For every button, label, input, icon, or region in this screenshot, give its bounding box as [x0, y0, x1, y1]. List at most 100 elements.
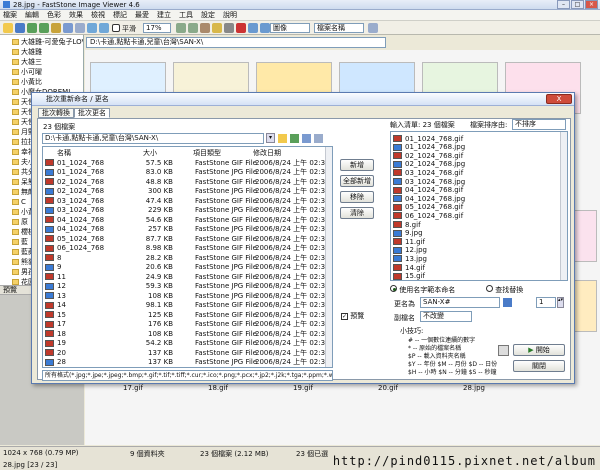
- output-file-list[interactable]: 01_1024_768.gif 01_1024_768.jpg 02_1024_76…: [390, 131, 568, 281]
- zoom-select[interactable]: 17%: [143, 23, 171, 33]
- column-header-size[interactable]: 大小: [143, 148, 157, 158]
- view-mode-select[interactable]: 圖像: [270, 23, 310, 33]
- file-row[interactable]: 06_1024_768 8.98 KB FastStone GIF File 2006…: [43, 244, 330, 253]
- up-folder-icon[interactable]: [51, 23, 61, 33]
- menu-tags[interactable]: 標記: [113, 10, 127, 20]
- browser-path[interactable]: D:\卡通,點點卡通,兒童\台灣\SAN-X\: [86, 37, 386, 48]
- find-replace-radio[interactable]: [486, 285, 493, 292]
- rename-template-input[interactable]: SAN-X#: [420, 297, 500, 308]
- up-folder-icon[interactable]: [290, 134, 299, 143]
- tree-item[interactable]: 藍: [12, 237, 28, 246]
- back-icon[interactable]: [27, 23, 37, 33]
- column-header-name[interactable]: 名稱: [57, 148, 71, 158]
- maximize-button[interactable]: □: [571, 0, 584, 9]
- output-list-scrollbar[interactable]: [560, 132, 567, 280]
- menu-color[interactable]: 色彩: [47, 10, 61, 20]
- email-icon[interactable]: [212, 23, 222, 33]
- menu-create[interactable]: 建立: [157, 10, 171, 20]
- file-row[interactable]: 19 54.2 KB FastStone GIF File 2006/8/24 上午 …: [43, 339, 330, 348]
- save-icon[interactable]: [15, 23, 25, 33]
- file-filter-select[interactable]: 所有格式(*.jpg;*.jpe;*.jpeg;*.bmp;*.gif;*.ti…: [42, 370, 333, 381]
- column-header-type[interactable]: 項目類型: [193, 148, 221, 158]
- preview-checkbox-row[interactable]: ✓ 預覽: [341, 311, 364, 321]
- sort-order-icon[interactable]: [368, 23, 378, 33]
- print-icon[interactable]: [224, 23, 234, 33]
- file-row[interactable]: 03_1024_768 229 KB FastStone JPG File 2006/…: [43, 206, 330, 215]
- source-file-list[interactable]: 名稱 大小 項目類型 修改日期 01_1024_768 57.5 KB FastSt…: [42, 146, 333, 368]
- tab-batch-rename[interactable]: 批次更名: [74, 108, 110, 118]
- file-row[interactable]: 17 176 KB FastStone GIF File 2006/8/24 上午 0…: [43, 320, 330, 329]
- template-radio[interactable]: [390, 285, 397, 292]
- minimize-button[interactable]: –: [557, 0, 570, 9]
- tree-item[interactable]: 小黃比: [12, 77, 42, 86]
- file-row[interactable]: 18 108 KB FastStone GIF File 2006/8/24 上午 0…: [43, 329, 330, 338]
- smooth-checkbox[interactable]: [112, 24, 120, 32]
- start-number-stepper[interactable]: ▴▾: [557, 297, 564, 308]
- menu-effects[interactable]: 效果: [69, 10, 83, 20]
- extension-select[interactable]: 不改變: [420, 311, 472, 322]
- tree-item[interactable]: 大雄雞-可愛兔子LOVE: [12, 37, 83, 46]
- menu-edit[interactable]: 編輯: [25, 10, 39, 20]
- add-button[interactable]: 新增: [340, 159, 374, 171]
- file-row[interactable]: 02_1024_768 300 KB FastStone JPG File 2006/…: [43, 187, 330, 196]
- path-dropdown-button[interactable]: ▾: [266, 133, 275, 143]
- zoom-out-icon[interactable]: [188, 23, 198, 33]
- file-row[interactable]: 11 24.9 KB FastStone GIF File 2006/8/24 上午 …: [43, 272, 330, 281]
- move-icon[interactable]: [260, 23, 270, 33]
- help-icon[interactable]: [498, 345, 509, 356]
- tree-item[interactable]: 大雄雞: [12, 47, 42, 56]
- output-file-row[interactable]: 15.gif: [391, 272, 425, 280]
- file-row[interactable]: 9 20.6 KB FastStone JPG File 2006/8/24 上午 0…: [43, 263, 330, 272]
- file-row[interactable]: 05_1024_768 87.7 KB FastStone GIF File 2006…: [43, 234, 330, 243]
- rename-template-option[interactable]: 使用名字範本命名: [390, 285, 455, 295]
- find-replace-option[interactable]: 查找替換: [486, 285, 523, 295]
- menu-file[interactable]: 檔案: [3, 10, 17, 20]
- browse-folder-icon[interactable]: [278, 134, 287, 143]
- rotate-left-icon[interactable]: [87, 23, 97, 33]
- template-menu-icon[interactable]: [503, 298, 512, 307]
- delete-icon[interactable]: [236, 23, 246, 33]
- file-row[interactable]: 02_1024_768 48.8 KB FastStone GIF File 2006…: [43, 177, 330, 186]
- file-row[interactable]: 12 59.3 KB FastStone JPG File 2006/8/24 上午 …: [43, 282, 330, 291]
- rotate-right-icon[interactable]: [99, 23, 109, 33]
- menu-help[interactable]: 說明: [223, 10, 237, 20]
- zoom-in-icon[interactable]: [176, 23, 186, 33]
- tab-batch-convert[interactable]: 批次轉換: [38, 108, 74, 118]
- tree-item[interactable]: 原: [12, 217, 28, 226]
- file-row[interactable]: 14 98.1 KB FastStone GIF File 2006/8/24 上午 …: [43, 301, 330, 310]
- preview-checkbox[interactable]: ✓: [341, 313, 348, 320]
- file-row[interactable]: 20 137 KB FastStone GIF File 2006/8/24 上午 0…: [43, 348, 330, 357]
- start-number-input[interactable]: 1: [536, 297, 556, 308]
- sort-select[interactable]: 不排序: [512, 119, 566, 130]
- file-row[interactable]: 01_1024_768 57.5 KB FastStone GIF File 2006…: [43, 158, 330, 167]
- fit-icon[interactable]: [75, 23, 85, 33]
- close-button[interactable]: ×: [585, 0, 598, 9]
- dialog-close-button[interactable]: X: [546, 94, 572, 104]
- crop-icon[interactable]: [200, 23, 210, 33]
- sort-select[interactable]: 檔案名稱: [314, 23, 364, 33]
- tree-item[interactable]: 大雄三: [12, 57, 42, 66]
- tree-item[interactable]: C: [12, 197, 26, 206]
- file-row[interactable]: 04_1024_768 54.6 KB FastStone GIF File 2006…: [43, 215, 330, 224]
- file-row[interactable]: 03_1024_768 47.4 KB FastStone GIF File 2006…: [43, 196, 330, 205]
- add-all-button[interactable]: 全部新增: [340, 175, 374, 187]
- copy-icon[interactable]: [248, 23, 258, 33]
- menu-tools[interactable]: 工具: [179, 10, 193, 20]
- tree-item[interactable]: 小可曜: [12, 67, 42, 76]
- file-row[interactable]: 01_1024_768 83.0 KB FastStone JPG File 2006…: [43, 168, 330, 177]
- close-dialog-button[interactable]: 關閉: [513, 360, 565, 372]
- refresh-icon[interactable]: [63, 23, 73, 33]
- file-row[interactable]: 28 137 KB FastStone JPG File 2006/8/24 上午 0…: [43, 358, 330, 367]
- clear-button[interactable]: 清除: [340, 207, 374, 219]
- file-row[interactable]: 15 125 KB FastStone GIF File 2006/8/24 上午 0…: [43, 310, 330, 319]
- source-list-scrollbar[interactable]: [325, 147, 332, 367]
- view-icon[interactable]: [314, 134, 323, 143]
- remove-button[interactable]: 移除: [340, 191, 374, 203]
- menu-settings[interactable]: 設定: [201, 10, 215, 20]
- open-folder-icon[interactable]: [3, 23, 13, 33]
- source-path-input[interactable]: D:\卡通,點點卡通,兒童\台灣\SAN-X\: [42, 133, 264, 144]
- menu-favorites[interactable]: 最愛: [135, 10, 149, 20]
- menu-view[interactable]: 檢視: [91, 10, 105, 20]
- file-row[interactable]: 04_1024_768 257 KB FastStone JPG File 2006/…: [43, 225, 330, 234]
- file-row[interactable]: 13 108 KB FastStone JPG File 2006/8/24 上午 0…: [43, 291, 330, 300]
